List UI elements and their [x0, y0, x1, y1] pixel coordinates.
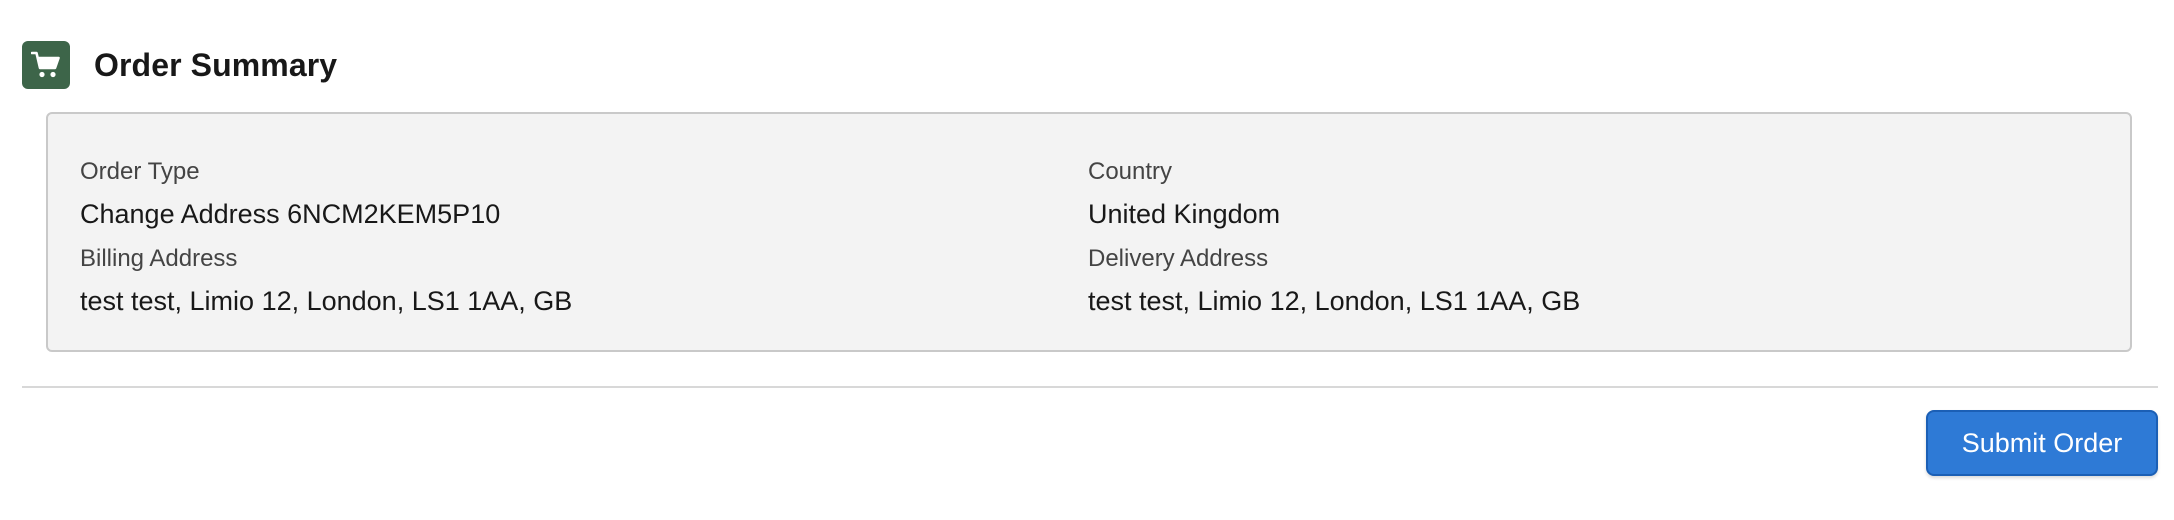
shopping-cart-icon-glyph: [31, 51, 60, 78]
order-type-label: Order Type: [80, 158, 200, 185]
order-type-field: Order Type Change Address 6NCM2KEM5P10: [80, 158, 500, 230]
page-title: Order Summary: [94, 46, 338, 83]
delivery-address-field: Delivery Address test test, Limio 12, Lo…: [1088, 245, 1580, 317]
country-label: Country: [1088, 158, 1173, 185]
delivery-address-value: test test, Limio 12, London, LS1 1AA, GB: [1088, 286, 1581, 316]
card-header: Order Summary: [22, 41, 337, 89]
order-type-value: Change Address 6NCM2KEM5P10: [80, 199, 501, 229]
order-summary-panel: Order Type Change Address 6NCM2KEM5P10 C…: [46, 112, 2132, 352]
billing-address-value: test test, Limio 12, London, LS1 1AA, GB: [80, 286, 573, 316]
billing-address-label: Billing Address: [80, 245, 238, 272]
country-value: United Kingdom: [1088, 199, 1281, 229]
billing-address-field: Billing Address test test, Limio 12, Lon…: [80, 245, 572, 317]
submit-order-button[interactable]: Submit Order: [1926, 410, 2158, 476]
delivery-address-label: Delivery Address: [1088, 245, 1269, 272]
section-divider: [22, 386, 2158, 388]
shopping-cart-icon: [22, 41, 70, 89]
order-summary-page: Order Summary Order Type Change Address …: [0, 0, 2174, 520]
country-field: Country United Kingdom: [1088, 158, 1280, 230]
